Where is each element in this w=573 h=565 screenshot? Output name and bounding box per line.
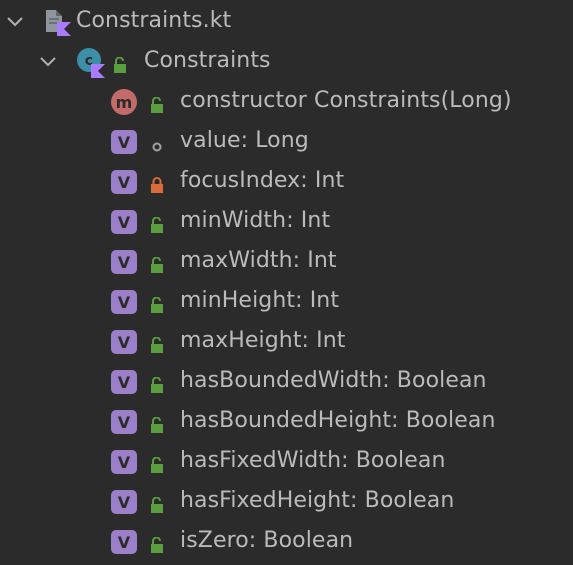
unlocked-padlock-icon <box>150 294 164 313</box>
property-icon: V <box>111 330 137 354</box>
tree-node-member[interactable]: V hasFixedWidth: Boolean <box>0 442 573 482</box>
member-label: hasFixedHeight: Boolean <box>180 488 455 513</box>
member-label: focusIndex: Int <box>180 168 345 193</box>
unlocked-padlock-icon <box>150 414 164 433</box>
circle-dot-icon <box>150 135 164 152</box>
kotlin-file-icon <box>44 8 72 36</box>
file-name: Constraints.kt <box>76 8 232 33</box>
tree-node-member[interactable]: V hasBoundedHeight: Boolean <box>0 402 573 442</box>
tree-node-member[interactable]: V minWidth: Int <box>0 202 573 242</box>
unlocked-padlock-icon <box>150 454 164 473</box>
class-name: Constraints <box>144 48 271 73</box>
tree-node-member[interactable]: V value: Long <box>0 122 573 162</box>
property-icon: V <box>111 530 137 554</box>
unlocked-padlock-icon <box>150 534 164 553</box>
unlocked-padlock-icon <box>150 254 164 273</box>
property-icon: V <box>111 250 137 274</box>
property-icon: V <box>111 130 137 154</box>
tree-node-member[interactable]: V hasBoundedWidth: Boolean <box>0 362 573 402</box>
property-icon: V <box>111 410 137 434</box>
property-icon: V <box>111 290 137 314</box>
method-icon: m <box>111 89 137 115</box>
property-icon: V <box>111 210 137 234</box>
member-label: isZero: Boolean <box>180 528 354 553</box>
unlocked-padlock-icon <box>150 374 164 393</box>
tree-node-member[interactable]: V focusIndex: Int <box>0 162 573 202</box>
member-label: hasBoundedHeight: Boolean <box>180 408 496 433</box>
chevron-down-icon[interactable] <box>38 52 58 72</box>
tree-node-member[interactable]: m constructor Constraints(Long) <box>0 82 573 122</box>
locked-padlock-icon <box>150 174 164 193</box>
chevron-down-icon[interactable] <box>5 12 25 32</box>
unlocked-padlock-icon <box>150 214 164 233</box>
tree-node-class[interactable]: c Constraints <box>0 42 573 82</box>
unlocked-padlock-icon <box>113 54 127 73</box>
member-label: hasFixedWidth: Boolean <box>180 448 446 473</box>
member-label: value: Long <box>180 128 309 153</box>
member-label: minHeight: Int <box>180 288 340 313</box>
unlocked-padlock-icon <box>150 94 164 113</box>
property-icon: V <box>111 370 137 394</box>
tree-node-member[interactable]: V maxHeight: Int <box>0 322 573 362</box>
property-icon: V <box>111 170 137 194</box>
unlocked-padlock-icon <box>150 494 164 513</box>
property-icon: V <box>111 450 137 474</box>
project-structure-tree: Constraints.kt c Constraints m construct… <box>0 0 573 565</box>
member-label: maxWidth: Int <box>180 248 337 273</box>
tree-node-member[interactable]: V maxWidth: Int <box>0 242 573 282</box>
member-label: minWidth: Int <box>180 208 331 233</box>
property-icon: V <box>111 490 137 514</box>
kotlin-class-icon: c <box>75 46 107 78</box>
tree-node-member[interactable]: V hasFixedHeight: Boolean <box>0 482 573 522</box>
member-label: hasBoundedWidth: Boolean <box>180 368 487 393</box>
unlocked-padlock-icon <box>150 334 164 353</box>
member-label: constructor Constraints(Long) <box>180 88 512 113</box>
tree-node-member[interactable]: V isZero: Boolean <box>0 522 573 562</box>
tree-node-member[interactable]: V minHeight: Int <box>0 282 573 322</box>
tree-node-file[interactable]: Constraints.kt <box>0 2 573 42</box>
member-label: maxHeight: Int <box>180 328 346 353</box>
